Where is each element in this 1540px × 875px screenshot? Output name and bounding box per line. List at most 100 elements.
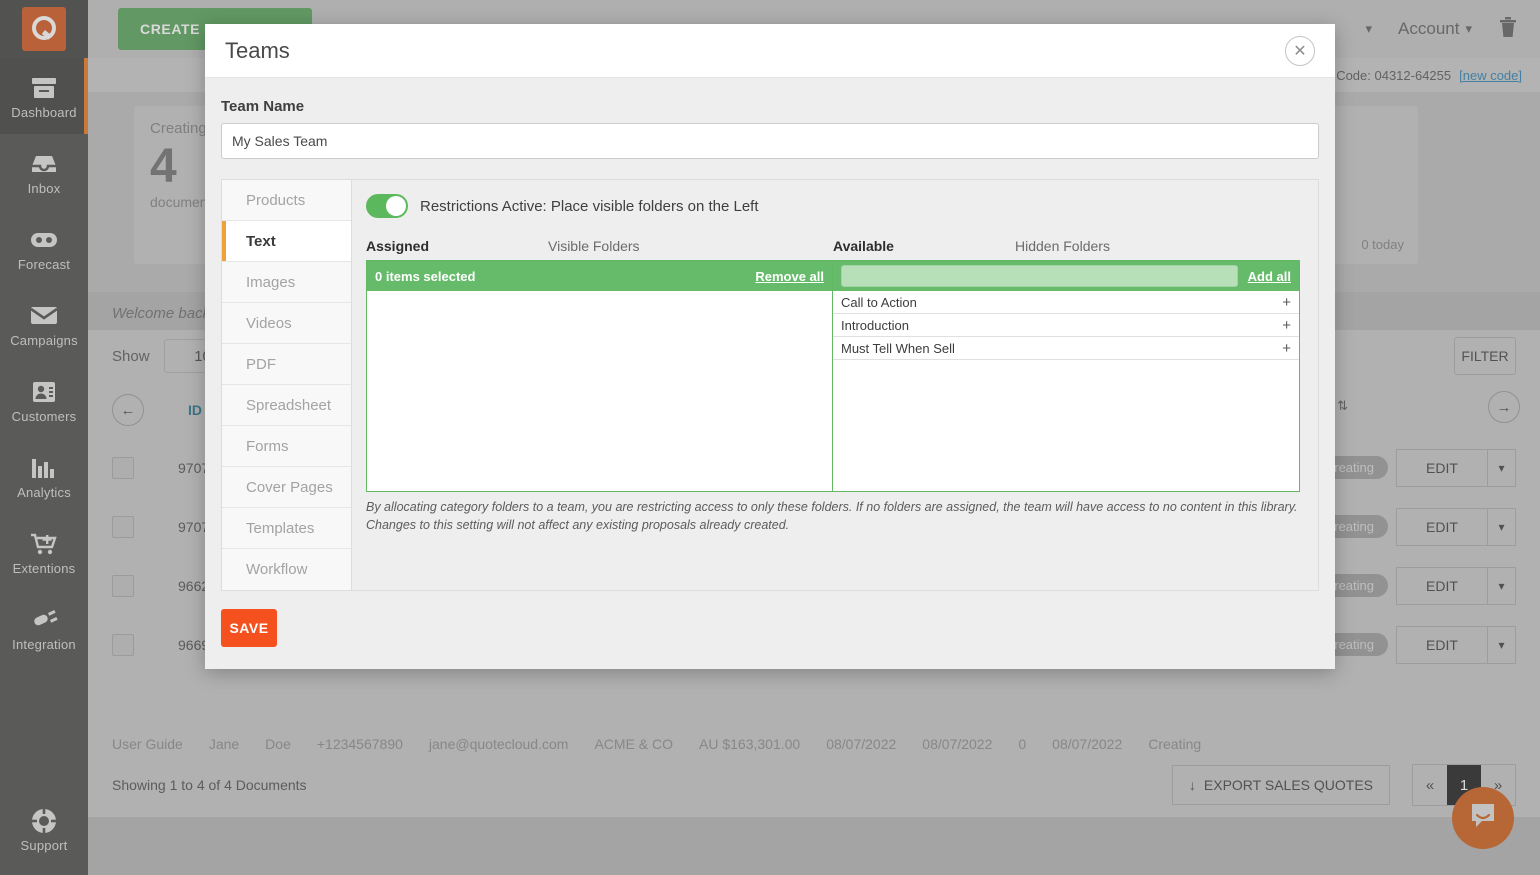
list-item[interactable]: Call to Action +	[833, 291, 1299, 314]
team-name-input[interactable]	[221, 123, 1319, 159]
cell-company: ACME & CO	[594, 736, 673, 752]
plus-icon[interactable]: +	[1282, 294, 1291, 311]
tab-text[interactable]: Text	[222, 221, 351, 262]
plus-icon[interactable]: +	[1282, 317, 1291, 334]
tab-spreadsheet[interactable]: Spreadsheet	[222, 385, 351, 426]
row-checkbox[interactable]	[112, 457, 134, 479]
sidebar-item-dashboard[interactable]: Dashboard	[0, 58, 88, 134]
chevron-down-icon[interactable]: ▾	[1488, 508, 1516, 546]
available-folder-list[interactable]: Call to Action + Introduction + Must Tel…	[833, 291, 1299, 491]
restrictions-toggle-row: Restrictions Active: Place visible folde…	[366, 194, 1300, 218]
modal-body: Team Name Products Text Images Videos PD…	[205, 78, 1335, 591]
sidebar-item-campaigns[interactable]: Campaigns	[0, 286, 88, 362]
lifebuoy-icon	[29, 807, 59, 835]
available-search-input[interactable]	[841, 265, 1238, 287]
download-icon: ↓	[1189, 777, 1196, 793]
list-item[interactable]: Introduction +	[833, 314, 1299, 337]
sidebar-item-analytics[interactable]: Analytics	[0, 438, 88, 514]
library-panel: Products Text Images Videos PDF Spreadsh…	[221, 179, 1319, 591]
remove-all-link[interactable]: Remove all	[755, 269, 824, 284]
cart-plus-icon	[29, 530, 59, 558]
sidebar-item-label: Inbox	[28, 182, 61, 195]
chevron-down-icon: ▾	[1465, 21, 1472, 37]
add-all-link[interactable]: Add all	[1248, 269, 1291, 284]
edit-button[interactable]: EDIT	[1396, 626, 1488, 664]
available-toolbar: Add all	[833, 261, 1299, 291]
hidden-folders-heading: Hidden Folders	[1015, 238, 1110, 254]
sidebar-item-label: Support	[21, 839, 68, 852]
save-button[interactable]: SAVE	[221, 609, 277, 647]
filter-button[interactable]: FILTER	[1454, 337, 1516, 375]
assigned-folder-list[interactable]	[367, 291, 832, 491]
show-label: Show	[112, 348, 150, 365]
available-column: Add all Call to Action + Introduction +	[833, 261, 1299, 491]
teams-modal: Teams ✕ Team Name Products Text Images V…	[205, 24, 1335, 669]
chevron-down-icon[interactable]: ▾	[1488, 449, 1516, 487]
close-icon[interactable]: ✕	[1285, 36, 1315, 66]
tab-templates[interactable]: Templates	[222, 508, 351, 549]
cell-last-name: Doe	[265, 736, 291, 752]
table-footer: Showing 1 to 4 of 4 Documents ↓ EXPORT S…	[88, 753, 1540, 817]
account-menu[interactable]: Account ▾	[1398, 19, 1472, 39]
intercom-launcher[interactable]	[1452, 787, 1514, 849]
intercom-chat-icon	[1468, 801, 1498, 836]
sidebar: Dashboard Inbox Forecast Campaigns	[0, 0, 88, 875]
tab-videos[interactable]: Videos	[222, 303, 351, 344]
new-code-link[interactable]: [new code]	[1459, 68, 1522, 83]
pagination-first[interactable]: «	[1413, 765, 1447, 805]
row-checkbox[interactable]	[112, 634, 134, 656]
sidebar-item-support[interactable]: Support	[0, 791, 88, 867]
row-actions: EDIT ▾	[1396, 449, 1516, 487]
edit-button[interactable]: EDIT	[1396, 567, 1488, 605]
sidebar-item-label: Customers	[12, 410, 77, 423]
tab-pdf[interactable]: PDF	[222, 344, 351, 385]
sidebar-item-label: Integration	[12, 638, 76, 651]
sidebar-item-forecast[interactable]: Forecast	[0, 210, 88, 286]
cell-phone: +1234567890	[317, 736, 403, 752]
plug-icon	[29, 606, 59, 634]
library-tabs: Products Text Images Videos PDF Spreadsh…	[221, 179, 351, 591]
tab-products[interactable]: Products	[222, 180, 351, 221]
sort-az-icon[interactable]: ⇅	[1337, 398, 1348, 414]
scroll-right-button[interactable]: →	[1488, 391, 1520, 423]
dual-list: 0 items selected Remove all Add all	[366, 260, 1300, 492]
quotecloud-logo-icon	[22, 7, 66, 51]
tab-workflow[interactable]: Workflow	[222, 549, 351, 590]
toggle-knob	[386, 196, 406, 216]
assigned-headings: Assigned Visible Folders	[366, 238, 833, 254]
plus-icon[interactable]: +	[1282, 340, 1291, 357]
edit-button[interactable]: EDIT	[1396, 449, 1488, 487]
sidebar-item-extentions[interactable]: Extentions	[0, 514, 88, 590]
sidebar-item-label: Campaigns	[10, 334, 78, 347]
sidebar-item-customers[interactable]: Customers	[0, 362, 88, 438]
tab-cover-pages[interactable]: Cover Pages	[222, 467, 351, 508]
modal-header: Teams ✕	[205, 24, 1335, 78]
sidebar-item-inbox[interactable]: Inbox	[0, 134, 88, 210]
tab-forms[interactable]: Forms	[222, 426, 351, 467]
sidebar-item-label: Analytics	[17, 486, 71, 499]
folder-name: Introduction	[841, 318, 909, 333]
sidebar-item-label: Extentions	[13, 562, 76, 575]
chevron-down-icon[interactable]: ▾	[1488, 567, 1516, 605]
kpi-today: 0 today	[1361, 237, 1404, 252]
chevron-down-icon[interactable]: ▾	[1366, 21, 1373, 37]
column-header-id[interactable]: ID	[188, 402, 202, 418]
list-item[interactable]: Must Tell When Sell +	[833, 337, 1299, 360]
items-selected-count: 0 items selected	[375, 269, 475, 284]
row-checkbox[interactable]	[112, 575, 134, 597]
scroll-left-button[interactable]: ←	[112, 394, 144, 426]
tab-images[interactable]: Images	[222, 262, 351, 303]
account-label: Account	[1398, 19, 1459, 39]
folder-name: Call to Action	[841, 295, 917, 310]
logo[interactable]	[0, 0, 88, 58]
cell-first-name: Jane	[209, 736, 239, 752]
sidebar-item-integration[interactable]: Integration	[0, 590, 88, 666]
chevron-down-icon[interactable]: ▾	[1488, 626, 1516, 664]
row-actions: EDIT ▾	[1396, 626, 1516, 664]
restrictions-toggle[interactable]	[366, 194, 408, 218]
export-sales-quotes-button[interactable]: ↓ EXPORT SALES QUOTES	[1172, 765, 1390, 805]
contact-card-icon	[29, 378, 59, 406]
row-checkbox[interactable]	[112, 516, 134, 538]
trash-icon[interactable]	[1498, 16, 1518, 43]
edit-button[interactable]: EDIT	[1396, 508, 1488, 546]
